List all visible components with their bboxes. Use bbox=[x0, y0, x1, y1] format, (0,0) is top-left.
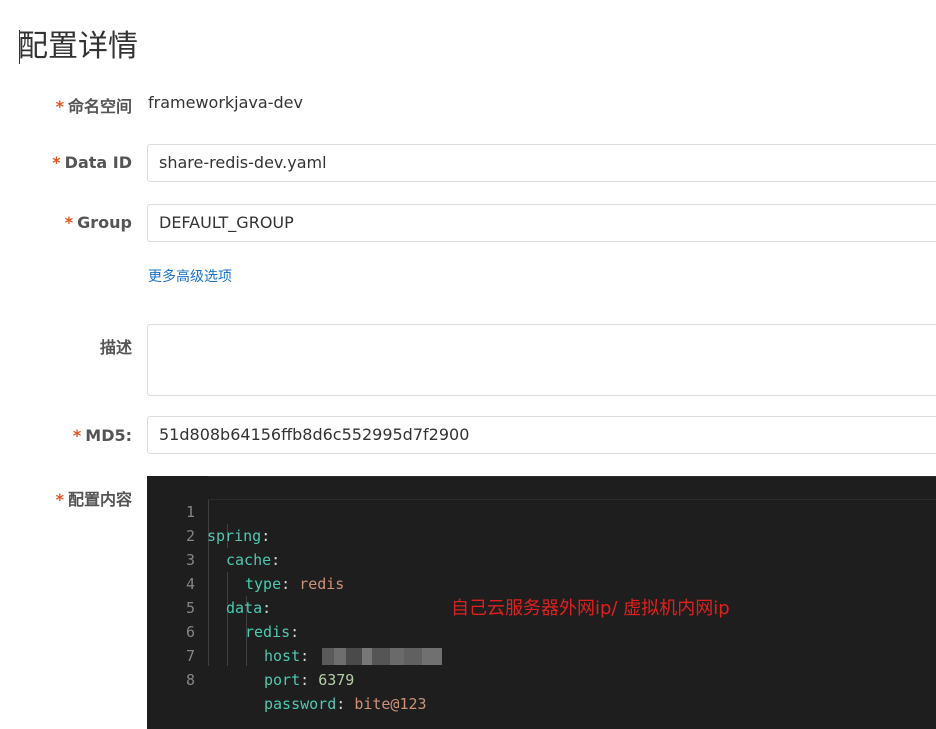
description-label: 描述 bbox=[100, 334, 132, 358]
yaml-separator: : bbox=[261, 527, 271, 545]
description-label-text: 描述 bbox=[99, 338, 132, 357]
yaml-key: password bbox=[264, 695, 337, 713]
config-detail-page: 配置详情 * 命名空间 frameworkjava-dev * Data ID sh… bbox=[0, 0, 936, 729]
yaml-separator: : bbox=[271, 551, 281, 569]
group-field[interactable]: DEFAULT_GROUP bbox=[147, 204, 936, 242]
yaml-key: port bbox=[264, 671, 301, 689]
required-mark: * bbox=[72, 426, 82, 445]
yaml-separator: : bbox=[262, 599, 272, 617]
content-label: * 配置内容 bbox=[56, 486, 132, 510]
md5-field[interactable]: 51d808b64156ffb8d6c552995d7f2900 bbox=[147, 416, 936, 454]
yaml-key: host bbox=[264, 647, 301, 665]
code-line: 5 redis: bbox=[147, 572, 299, 641]
more-advanced-options-link[interactable]: 更多高级选项 bbox=[148, 266, 232, 286]
page-title: 配置详情 bbox=[18, 29, 138, 64]
code-line: 4 data: bbox=[147, 548, 271, 617]
annotation-note: 自己云服务器外网ip/ 虚拟机内网ip bbox=[451, 598, 730, 619]
required-mark: * bbox=[55, 97, 64, 116]
code-line: 3 type: redis bbox=[147, 524, 344, 593]
line-number: 8 bbox=[185, 671, 195, 689]
data-id-label: * Data ID bbox=[52, 153, 132, 172]
yaml-value: 6379 bbox=[318, 671, 355, 689]
required-mark: * bbox=[52, 153, 61, 172]
code-line: 2 cache: bbox=[147, 500, 280, 569]
namespace-value: frameworkjava-dev bbox=[148, 93, 303, 112]
yaml-separator: : bbox=[290, 623, 300, 641]
group-label-text: Group bbox=[77, 213, 132, 232]
redacted-host-value bbox=[322, 648, 443, 665]
md5-label-text: MD5: bbox=[85, 426, 132, 445]
yaml-separator: : bbox=[300, 671, 319, 689]
namespace-label: * 命名空间 bbox=[56, 93, 132, 117]
yaml-value: bite@123 bbox=[354, 695, 427, 713]
current-line-highlight bbox=[207, 476, 936, 500]
yaml-key: redis bbox=[245, 623, 291, 641]
code-line: 1 spring: bbox=[147, 476, 270, 545]
code-line: 6 host: bbox=[147, 596, 443, 665]
yaml-separator: : bbox=[281, 575, 300, 593]
yaml-key: cache bbox=[226, 551, 272, 569]
description-field[interactable] bbox=[147, 324, 936, 396]
namespace-label-text: 命名空间 bbox=[67, 97, 132, 116]
yaml-separator: : bbox=[336, 695, 355, 713]
data-id-label-text: Data ID bbox=[64, 153, 132, 172]
group-label: * Group bbox=[65, 213, 132, 232]
yaml-key: spring bbox=[207, 527, 262, 545]
yaml-separator: : bbox=[300, 647, 319, 665]
yaml-key: data bbox=[226, 599, 263, 617]
data-id-field[interactable]: share-redis-dev.yaml bbox=[147, 144, 936, 182]
code-line: 7 port: 6379 bbox=[147, 620, 354, 689]
yaml-key: type bbox=[245, 575, 282, 593]
required-mark: * bbox=[64, 213, 74, 232]
required-mark: * bbox=[55, 490, 64, 509]
md5-label: * MD5: bbox=[73, 426, 132, 445]
yaml-value: redis bbox=[299, 575, 345, 593]
code-line: 8 password: bite@123 bbox=[147, 644, 427, 713]
content-label-text: 配置内容 bbox=[67, 490, 132, 509]
